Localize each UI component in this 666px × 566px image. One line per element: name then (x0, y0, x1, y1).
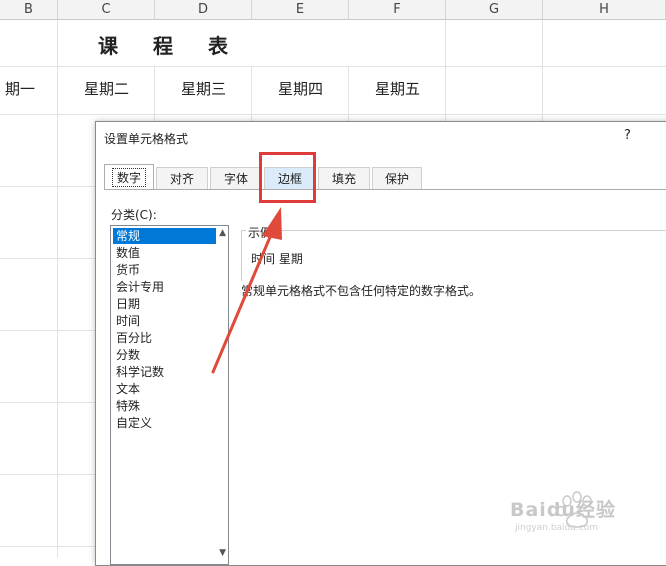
column-header-h[interactable]: H (543, 0, 666, 20)
tab-protection[interactable]: 保护 (372, 167, 422, 189)
help-button[interactable]: ? (624, 128, 631, 143)
category-label: 分类(C): (111, 208, 157, 222)
column-header-b[interactable]: B (0, 0, 58, 20)
dialog-title: 设置单元格格式 (104, 132, 189, 146)
schedule-title[interactable]: 课 程 表 (60, 30, 280, 60)
tab-number-label: 数字 (111, 168, 146, 187)
grid-line (0, 114, 666, 115)
day-cell-wednesday[interactable]: 星期三 (155, 78, 252, 102)
tab-fill[interactable]: 填充 (318, 167, 370, 189)
tab-alignment-label: 对齐 (169, 172, 194, 186)
list-item[interactable]: 数值 (113, 245, 216, 261)
list-item[interactable]: 自定义 (113, 415, 216, 431)
tab-alignment[interactable]: 对齐 (156, 167, 208, 189)
list-item[interactable]: 文本 (113, 381, 216, 397)
list-item[interactable]: 科学记数 (113, 364, 216, 380)
tab-strip: 数字 对齐 字体 边框 填充 保护 (104, 164, 424, 190)
baidu-watermark: Baidu经验 jingyan.baidu.com (505, 487, 645, 542)
tab-number[interactable]: 数字 (104, 164, 154, 190)
column-header-f[interactable]: F (349, 0, 446, 20)
list-item[interactable]: 特殊 (113, 398, 216, 414)
day-cell-friday[interactable]: 星期五 (349, 78, 446, 102)
column-header-c[interactable]: C (58, 0, 155, 20)
list-item[interactable]: 日期 (113, 296, 216, 312)
list-item[interactable]: 会计专用 (113, 279, 216, 295)
list-item[interactable]: 货币 (113, 262, 216, 278)
tab-border-label: 边框 (277, 172, 302, 186)
watermark-url: jingyan.baidu.com (515, 523, 599, 533)
watermark-text: Baidu经验 (510, 499, 616, 521)
tab-font-label: 字体 (223, 172, 248, 186)
category-listbox[interactable]: 常规 数值 货币 会计专用 日期 时间 百分比 分数 科学记数 文本 特殊 自定… (110, 225, 229, 565)
scroll-down-icon[interactable]: ▼ (219, 548, 226, 558)
tab-font[interactable]: 字体 (210, 167, 262, 189)
sample-label: 示例 (246, 224, 275, 241)
grid-line (0, 66, 666, 67)
tab-fill-label: 填充 (331, 172, 356, 186)
list-item[interactable]: 分数 (113, 347, 216, 363)
day-cell-thursday[interactable]: 星期四 (252, 78, 349, 102)
list-item[interactable]: 百分比 (113, 330, 216, 346)
scroll-up-icon[interactable]: ▲ (219, 228, 226, 238)
tab-divider (104, 189, 666, 190)
sample-group (241, 230, 666, 281)
sample-value: 时间 星期 (251, 252, 303, 266)
column-header-g[interactable]: G (446, 0, 543, 20)
list-item[interactable]: 常规 (113, 228, 216, 244)
tab-border[interactable]: 边框 (264, 167, 316, 189)
grid-line (445, 20, 446, 66)
day-cell-monday[interactable]: 期一 (0, 78, 50, 102)
format-description: 常规单元格格式不包含任何特定的数字格式。 (241, 284, 482, 298)
column-header-d[interactable]: D (155, 0, 252, 20)
list-item[interactable]: 时间 (113, 313, 216, 329)
tab-protection-label: 保护 (384, 172, 409, 186)
day-cell-tuesday[interactable]: 星期二 (58, 78, 155, 102)
column-header-e[interactable]: E (252, 0, 349, 20)
